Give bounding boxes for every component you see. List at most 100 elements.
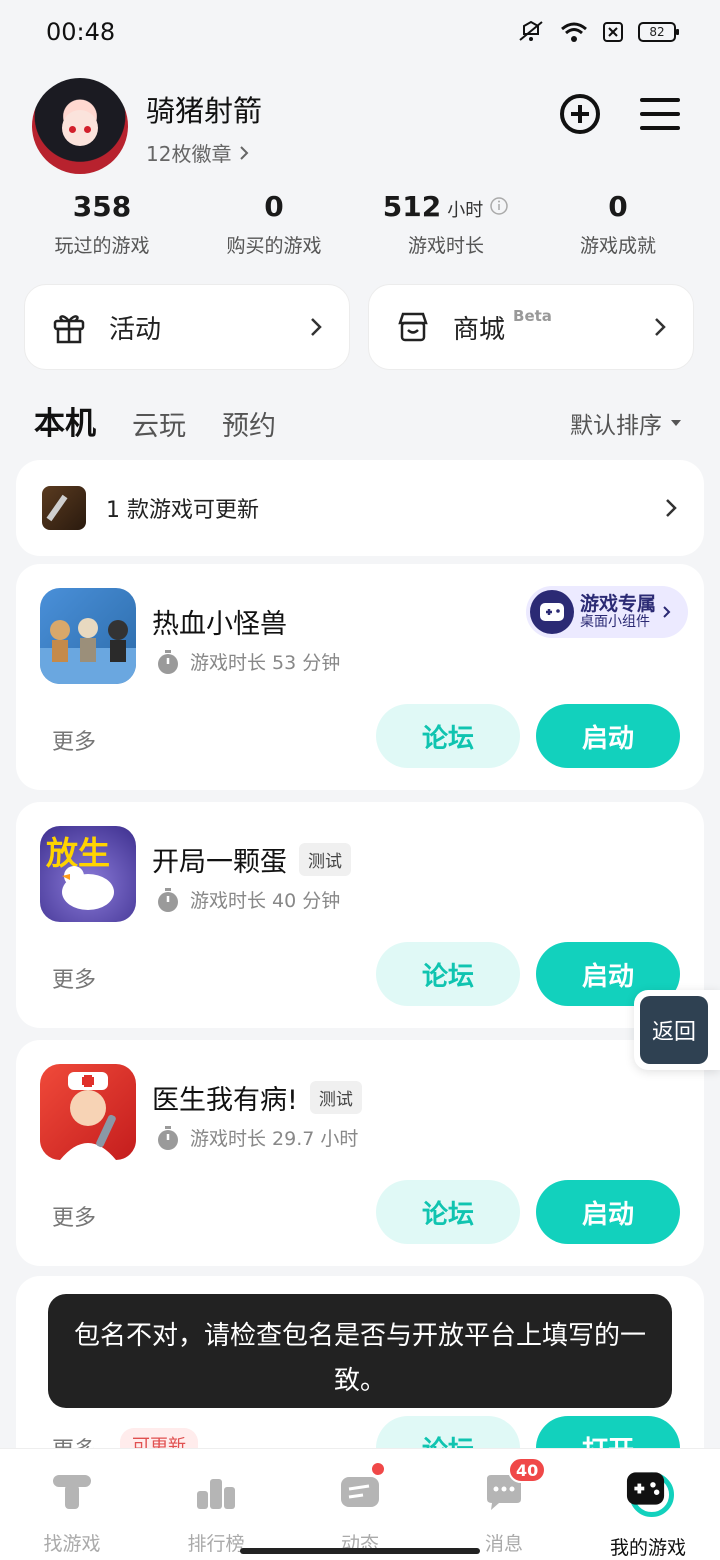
playtime-text: 游戏时长 40 分钟 [190, 890, 341, 912]
launch-button[interactable]: 启动 [536, 1180, 680, 1244]
launch-button[interactable]: 启动 [536, 704, 680, 768]
badges-link[interactable]: 12枚徽章 [146, 138, 249, 167]
menu-icon[interactable] [638, 94, 682, 134]
stat-value: 358 [72, 190, 132, 223]
stats-row: 358 玩过的游戏 0 购买的游戏 512 小时 游戏时长 0 游戏成就 [16, 190, 704, 258]
avatar[interactable] [32, 78, 128, 174]
game-card[interactable]: 医生我有病! 测试 游戏时长 29.7 小时 更多 论坛 启动 [16, 1040, 704, 1266]
nav-find-game[interactable]: 找游戏 [0, 1449, 144, 1560]
back-float-button[interactable]: 返回 [634, 990, 720, 1070]
sort-dropdown[interactable]: 默认排序 [570, 406, 682, 440]
notification-dot [370, 1461, 386, 1477]
stat-label: 游戏成就 [579, 235, 656, 257]
mute-icon [519, 20, 543, 41]
stat-purchased[interactable]: 0 购买的游戏 [188, 190, 360, 258]
update-game-icon [42, 486, 86, 530]
activity-label: 活动 [109, 314, 162, 345]
caret-down-icon [671, 420, 681, 426]
status-time: 00:48 [46, 18, 116, 46]
stat-value: 0 [264, 190, 284, 223]
user-name[interactable]: 骑猪射箭 [146, 88, 262, 130]
tab-reserve[interactable]: 预约 [222, 404, 276, 443]
stopwatch-icon [158, 887, 178, 912]
chevron-right-icon [655, 318, 666, 336]
forum-button[interactable]: 论坛 [376, 704, 520, 768]
test-tag: 测试 [309, 1081, 362, 1114]
stat-value: 512 [382, 190, 442, 223]
game-title: 开局一颗蛋 测试 [152, 840, 351, 879]
nav-ranking[interactable]: 排行榜 [144, 1449, 288, 1560]
wifi-icon [561, 22, 587, 42]
game-title: 医生我有病! 测试 [152, 1078, 362, 1117]
gift-icon [53, 315, 85, 344]
chevron-right-icon [311, 318, 322, 336]
nav-messages[interactable]: 40 消息 [432, 1449, 576, 1560]
game-art-icon [40, 618, 136, 684]
badges-count: 12枚徽章 [146, 142, 232, 166]
store-icon [398, 312, 428, 342]
chevron-right-icon [666, 499, 677, 517]
game-card[interactable]: 热血小怪兽 游戏时长 53 分钟 游戏专属 桌面小组件 更多 论坛 启动 [16, 564, 704, 790]
toast-message: 包名不对，请检查包名是否与开放平台上填写的一致。 [48, 1294, 672, 1408]
game-icon[interactable] [40, 1064, 136, 1160]
stopwatch-icon [158, 649, 178, 674]
find-game-icon [53, 1475, 91, 1509]
avatar-face [62, 110, 98, 146]
stat-label: 玩过的游戏 [54, 235, 150, 257]
home-indicator [240, 1548, 480, 1554]
update-text: 1 款游戏可更新 [106, 498, 259, 523]
my-games-page: 00:48 82 骑猪射箭 12枚徽章 358 玩过的游戏 0 购买的游戏 51… [0, 0, 720, 1560]
playtime-text: 游戏时长 53 分钟 [190, 652, 341, 674]
widget-badge[interactable]: 游戏专属 桌面小组件 [526, 586, 688, 638]
info-icon[interactable] [489, 196, 509, 216]
playtime: 游戏时长 53 分钟 [156, 648, 340, 675]
forum-button[interactable]: 论坛 [376, 1180, 520, 1244]
more-link[interactable]: 更多 [52, 962, 96, 994]
game-name: 热血小怪兽 [152, 609, 287, 640]
stat-playtime[interactable]: 512 小时 游戏时长 [360, 190, 532, 258]
widget-title: 游戏专属 [580, 592, 657, 615]
playtime: 游戏时长 29.7 小时 [156, 1124, 358, 1151]
game-tabs: 本机 云玩 预约 [32, 398, 276, 443]
nav-my-games[interactable]: 我的游戏 [576, 1449, 720, 1560]
game-card[interactable]: 放生 开局一颗蛋 测试 游戏时长 40 分钟 更多 论坛 启动 [16, 802, 704, 1028]
nav-label: 找游戏 [43, 1533, 101, 1555]
feed-icon [341, 1477, 379, 1507]
gamepad-icon [530, 590, 574, 634]
stat-unit: 小时 [447, 200, 484, 221]
nav-label: 消息 [484, 1533, 523, 1555]
tab-cloud[interactable]: 云玩 [132, 404, 186, 443]
beta-tag: Beta [513, 307, 552, 325]
update-banner[interactable]: 1 款游戏可更新 [16, 460, 704, 556]
stopwatch-icon [158, 1125, 178, 1150]
more-link[interactable]: 更多 [52, 724, 96, 756]
avatar-eye-left [69, 126, 76, 133]
game-art-icon: 放生 [46, 834, 114, 910]
profile-section: 骑猪射箭 12枚徽章 358 玩过的游戏 0 购买的游戏 512 小时 游戏时长… [0, 64, 720, 284]
stat-achievements[interactable]: 0 游戏成就 [532, 190, 704, 258]
sort-label: 默认排序 [570, 413, 662, 439]
shop-entry[interactable]: 商城 Beta [368, 284, 694, 370]
game-name: 开局一颗蛋 [152, 847, 287, 878]
ranking-icon [197, 1479, 235, 1509]
tab-local[interactable]: 本机 [32, 398, 98, 443]
test-tag: 测试 [299, 843, 351, 876]
stat-played[interactable]: 358 玩过的游戏 [16, 190, 188, 258]
message-count-badge: 40 [508, 1457, 547, 1483]
stat-value: 0 [608, 190, 628, 223]
nav-feed[interactable]: 动态 [288, 1449, 432, 1560]
nav-label: 我的游戏 [609, 1537, 686, 1559]
activity-entry[interactable]: 活动 [24, 284, 350, 370]
playtime: 游戏时长 40 分钟 [156, 886, 340, 913]
forum-button[interactable]: 论坛 [376, 942, 520, 1006]
bottom-nav: 找游戏 排行榜 动态 40 消息 我的游戏 [0, 1448, 720, 1560]
nav-label: 排行榜 [187, 1533, 245, 1555]
my-games-icon [626, 1472, 674, 1517]
game-title: 热血小怪兽 [152, 602, 287, 641]
status-bar: 00:48 82 [0, 0, 720, 64]
more-link[interactable]: 更多 [52, 1200, 96, 1232]
game-icon[interactable]: 放生 [40, 826, 136, 922]
add-circle-icon[interactable] [558, 92, 602, 136]
sim-off-icon [603, 22, 623, 42]
game-icon[interactable] [40, 588, 136, 684]
